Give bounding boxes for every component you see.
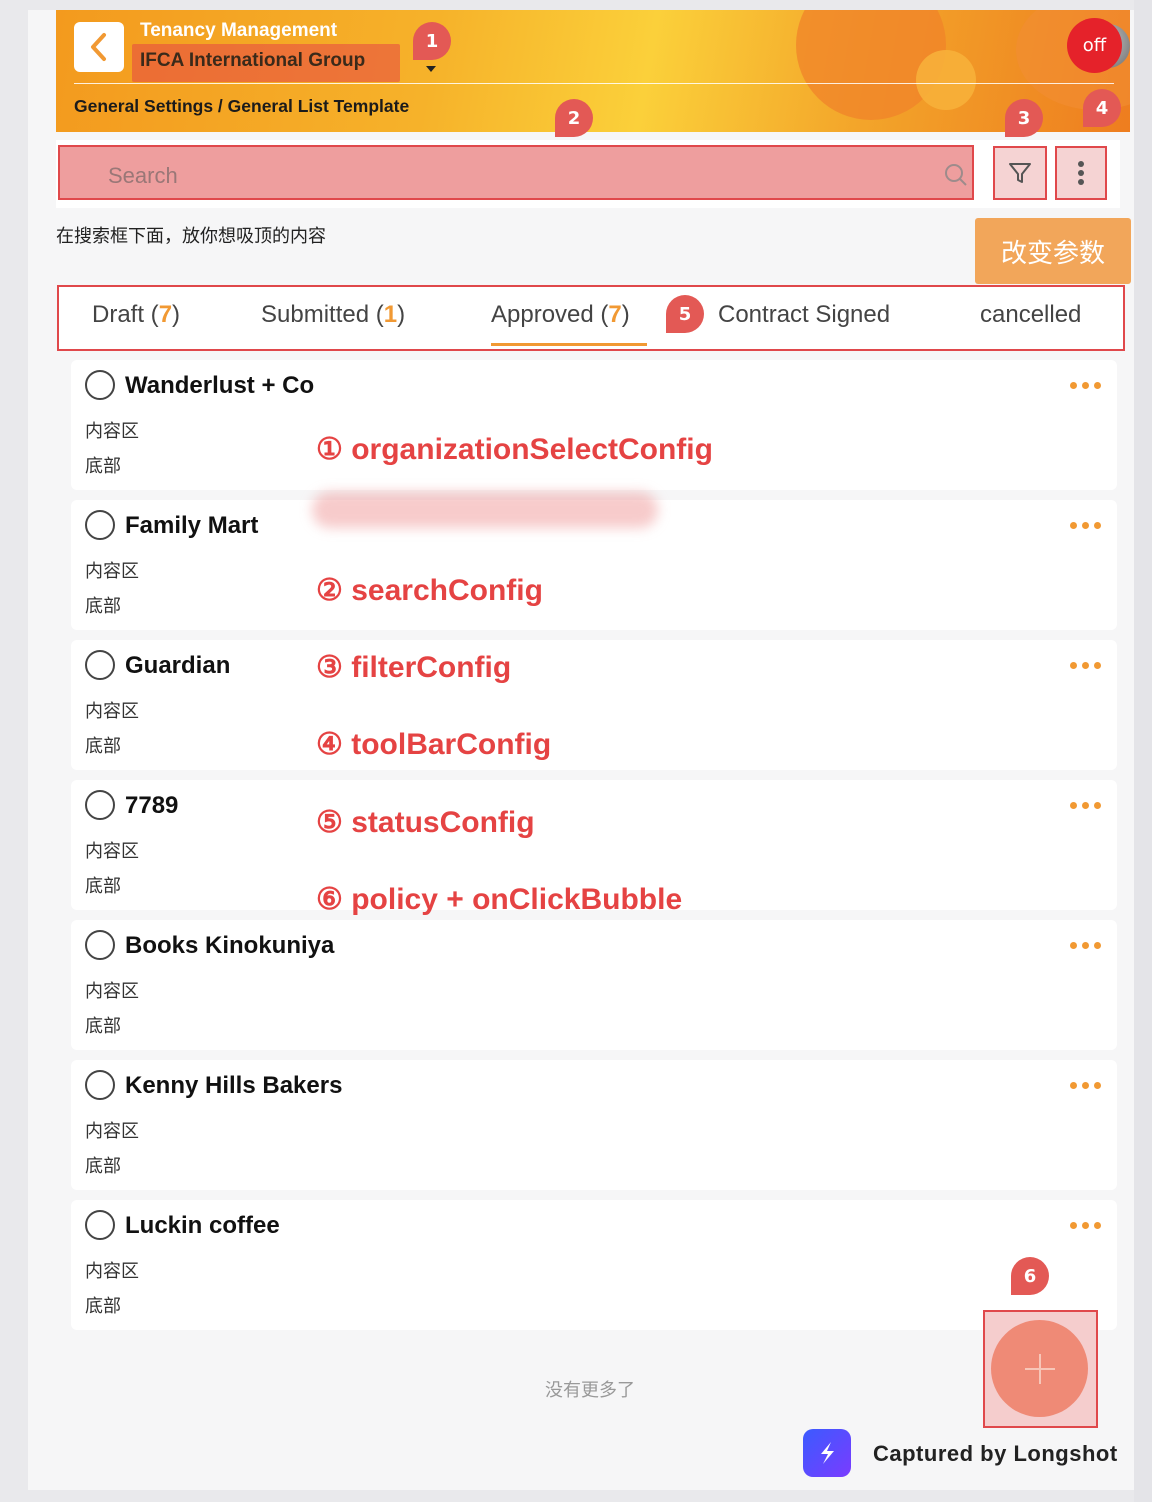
search-placeholder[interactable]: Search bbox=[108, 163, 178, 189]
annotation-marker: 6 bbox=[1011, 1257, 1049, 1295]
blurred-annotation bbox=[312, 492, 658, 528]
item-footer: 底部 bbox=[85, 596, 121, 617]
item-content: 内容区 bbox=[85, 1261, 139, 1282]
tab-submitted[interactable]: Submitted (1) bbox=[261, 301, 405, 329]
select-radio[interactable] bbox=[85, 1210, 115, 1240]
tab-count: 1 bbox=[383, 301, 398, 328]
item-footer: 底部 bbox=[85, 1296, 121, 1317]
annotation-marker: 2 bbox=[555, 99, 593, 137]
select-radio[interactable] bbox=[85, 790, 115, 820]
item-content: 内容区 bbox=[85, 1121, 139, 1142]
more-vertical-icon bbox=[1078, 161, 1084, 185]
item-title: Family Mart bbox=[125, 512, 259, 539]
app-title: Tenancy Management bbox=[140, 20, 338, 41]
change-params-button[interactable]: 改变参数 bbox=[975, 218, 1131, 284]
select-radio[interactable] bbox=[85, 930, 115, 960]
filter-button[interactable] bbox=[993, 146, 1047, 200]
annotation-label: ⑤ statusConfig bbox=[316, 806, 535, 839]
tab-label: Contract Signed bbox=[718, 301, 891, 328]
item-title: Books Kinokuniya bbox=[125, 932, 335, 959]
longshot-logo-icon bbox=[803, 1429, 851, 1477]
item-content: 内容区 bbox=[85, 701, 139, 722]
list-item[interactable]: Books Kinokuniya 内容区 底部 bbox=[71, 920, 1117, 1050]
select-radio[interactable] bbox=[85, 1070, 115, 1100]
more-horizontal-icon[interactable] bbox=[1070, 382, 1101, 389]
window-edge bbox=[1134, 0, 1152, 1502]
plus-icon bbox=[1024, 1353, 1055, 1384]
search-icon[interactable] bbox=[944, 163, 968, 187]
off-toggle-button[interactable]: off bbox=[1067, 18, 1122, 73]
active-tab-indicator bbox=[491, 343, 647, 346]
tab-cancelled[interactable]: cancelled bbox=[980, 301, 1081, 329]
item-footer: 底部 bbox=[85, 736, 121, 757]
annotation-marker: 1 bbox=[413, 22, 451, 60]
more-horizontal-icon[interactable] bbox=[1070, 942, 1101, 949]
item-title: Guardian bbox=[125, 652, 231, 679]
select-radio[interactable] bbox=[85, 510, 115, 540]
toolbar-more-button[interactable] bbox=[1055, 146, 1107, 200]
filter-icon bbox=[1009, 163, 1031, 183]
list-item[interactable]: Kenny Hills Bakers 内容区 底部 bbox=[71, 1060, 1117, 1190]
item-footer: 底部 bbox=[85, 1016, 121, 1037]
item-footer: 底部 bbox=[85, 876, 121, 897]
item-title: Wanderlust + Co bbox=[125, 372, 315, 399]
item-content: 内容区 bbox=[85, 421, 139, 442]
list-item[interactable]: Guardian 内容区 底部 bbox=[71, 640, 1117, 770]
list-item[interactable]: Wanderlust + Co 内容区 底部 bbox=[71, 360, 1117, 490]
item-content: 内容区 bbox=[85, 981, 139, 1002]
organization-name[interactable]: IFCA International Group bbox=[140, 50, 365, 72]
tab-draft[interactable]: Draft (7) bbox=[92, 301, 180, 329]
annotation-label: ① organizationSelectConfig bbox=[316, 433, 713, 466]
more-horizontal-icon[interactable] bbox=[1070, 1222, 1101, 1229]
tab-label: Approved bbox=[491, 301, 594, 328]
back-button[interactable] bbox=[74, 22, 124, 72]
divider bbox=[74, 83, 1114, 84]
item-footer: 底部 bbox=[85, 456, 121, 477]
caret-down-icon[interactable] bbox=[426, 66, 436, 72]
select-radio[interactable] bbox=[85, 650, 115, 680]
add-button[interactable] bbox=[991, 1320, 1088, 1417]
item-content: 内容区 bbox=[85, 841, 139, 862]
tab-label: cancelled bbox=[980, 301, 1082, 328]
tab-approved[interactable]: Approved (7) bbox=[491, 301, 630, 329]
more-horizontal-icon[interactable] bbox=[1070, 522, 1101, 529]
more-horizontal-icon[interactable] bbox=[1070, 802, 1101, 809]
annotation-label: ④ toolBarConfig bbox=[316, 728, 552, 761]
item-title: Luckin coffee bbox=[125, 1212, 280, 1239]
tab-label: Draft bbox=[92, 301, 145, 328]
annotation-marker: 5 bbox=[666, 295, 704, 333]
tab-contract-signed[interactable]: Contract Signed bbox=[718, 301, 890, 329]
chevron-left-icon bbox=[91, 33, 106, 61]
header-decoration bbox=[916, 50, 976, 110]
item-content: 内容区 bbox=[85, 561, 139, 582]
tab-count: 7 bbox=[608, 301, 622, 328]
status-tabs: Draft (7) Submitted (1) Approved (7) Con… bbox=[57, 285, 1125, 351]
select-radio[interactable] bbox=[85, 370, 115, 400]
item-title: 7789 bbox=[125, 792, 179, 819]
annotation-label: ③ filterConfig bbox=[316, 651, 512, 684]
watermark-text: Captured by Longshot bbox=[873, 1441, 1118, 1466]
annotation-marker: 4 bbox=[1083, 89, 1121, 127]
list-item[interactable]: Luckin coffee 内容区 底部 bbox=[71, 1200, 1117, 1330]
more-horizontal-icon[interactable] bbox=[1070, 662, 1101, 669]
tab-label: Submitted bbox=[261, 301, 370, 328]
header: Tenancy Management IFCA International Gr… bbox=[56, 10, 1130, 132]
sticky-content-text: 在搜索框下面，放你想吸顶的内容 bbox=[56, 226, 326, 247]
item-title: Kenny Hills Bakers bbox=[125, 1072, 343, 1099]
search-input[interactable] bbox=[58, 145, 974, 200]
annotation-label: ⑥ policy + onClickBubble bbox=[316, 883, 683, 916]
end-of-list-text: 没有更多了 bbox=[545, 1380, 635, 1401]
more-horizontal-icon[interactable] bbox=[1070, 1082, 1101, 1089]
breadcrumb: General Settings / General List Template bbox=[74, 96, 410, 116]
annotation-marker: 3 bbox=[1005, 99, 1043, 137]
item-footer: 底部 bbox=[85, 1156, 121, 1177]
annotation-label: ② searchConfig bbox=[316, 574, 543, 607]
tab-count: 7 bbox=[158, 301, 173, 328]
